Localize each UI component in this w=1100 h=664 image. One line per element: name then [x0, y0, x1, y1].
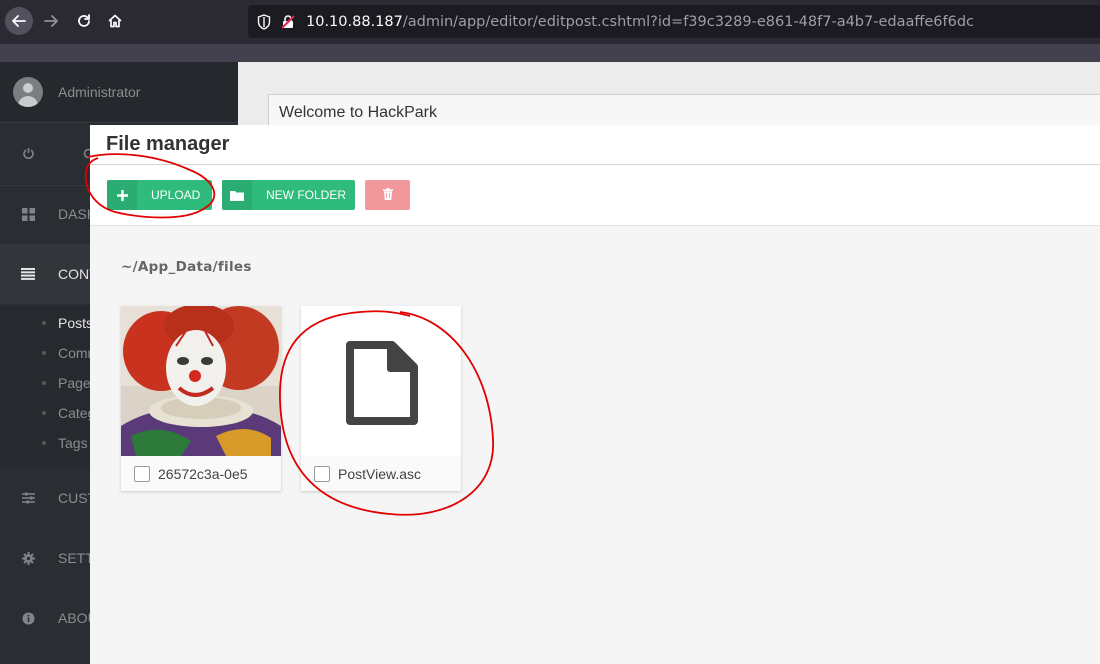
info-icon — [20, 612, 36, 625]
power-icon[interactable] — [20, 145, 36, 161]
sidebar-item-label: SETT — [58, 550, 94, 566]
plus-icon — [107, 180, 137, 210]
clown-image-thumbnail — [121, 306, 281, 456]
file-card-document[interactable]: PostView.asc — [301, 306, 461, 491]
arrow-right-icon — [44, 15, 58, 27]
trash-icon — [382, 187, 393, 203]
url-path: /admin/app/editor/editpost.cshtml?id=f39… — [402, 13, 975, 30]
modal-title: File manager — [106, 133, 230, 155]
user-profile[interactable]: Administrator — [0, 62, 238, 122]
file-card-footer: PostView.asc — [301, 456, 461, 491]
username: Administrator — [58, 84, 141, 100]
file-manager-modal: File manager UPLOAD NEW FOLDER ~/App_Dat… — [90, 125, 1100, 664]
new-folder-button[interactable]: NEW FOLDER — [222, 180, 355, 210]
insecure-lock-icon[interactable] — [280, 14, 296, 30]
avatar — [13, 77, 43, 107]
url-host: 10.10.88.187 — [306, 13, 403, 30]
folder-icon — [222, 180, 252, 210]
new-folder-label: NEW FOLDER — [266, 188, 347, 202]
tab-strip-separator — [0, 44, 1100, 62]
file-manager-toolbar: UPLOAD NEW FOLDER — [90, 165, 1100, 226]
file-card-footer: 26572c3a-0e5 — [121, 456, 281, 491]
file-name: 26572c3a-0e5 — [158, 465, 248, 482]
subitem-label: Tags — [58, 435, 88, 451]
upload-button[interactable]: UPLOAD — [107, 180, 212, 210]
document-thumbnail[interactable] — [301, 306, 461, 456]
delete-button[interactable] — [365, 180, 410, 210]
sliders-icon — [20, 492, 36, 504]
url-text[interactable]: 10.10.88.187/admin/app/editor/editpost.c… — [306, 14, 974, 30]
home-icon — [108, 14, 122, 28]
upload-label: UPLOAD — [151, 188, 201, 202]
home-button[interactable] — [101, 7, 129, 35]
dashboard-icon — [20, 207, 36, 221]
shield-icon[interactable] — [256, 13, 272, 30]
modal-header: File manager — [90, 125, 1100, 165]
file-name: PostView.asc — [338, 465, 422, 482]
reload-icon — [78, 14, 90, 27]
subitem-label: Posts — [58, 315, 94, 331]
browser-toolbar: 10.10.88.187/admin/app/editor/editpost.c… — [0, 0, 1100, 44]
file-card-image[interactable]: 26572c3a-0e5 — [121, 306, 281, 491]
image-thumbnail[interactable] — [121, 306, 281, 456]
list-icon — [20, 268, 36, 280]
file-select-checkbox[interactable] — [134, 465, 150, 482]
address-bar[interactable]: 10.10.88.187/admin/app/editor/editpost.c… — [248, 5, 1100, 38]
current-path: ~/App_Data/files — [121, 259, 252, 275]
reload-button[interactable] — [70, 7, 98, 35]
file-select-checkbox[interactable] — [314, 465, 330, 482]
arrow-left-icon — [12, 15, 26, 27]
forward-button[interactable] — [37, 7, 65, 35]
subitem-label: Page — [58, 375, 91, 391]
file-document-icon — [346, 341, 418, 425]
gear-icon — [20, 551, 36, 565]
back-button[interactable] — [5, 7, 33, 35]
